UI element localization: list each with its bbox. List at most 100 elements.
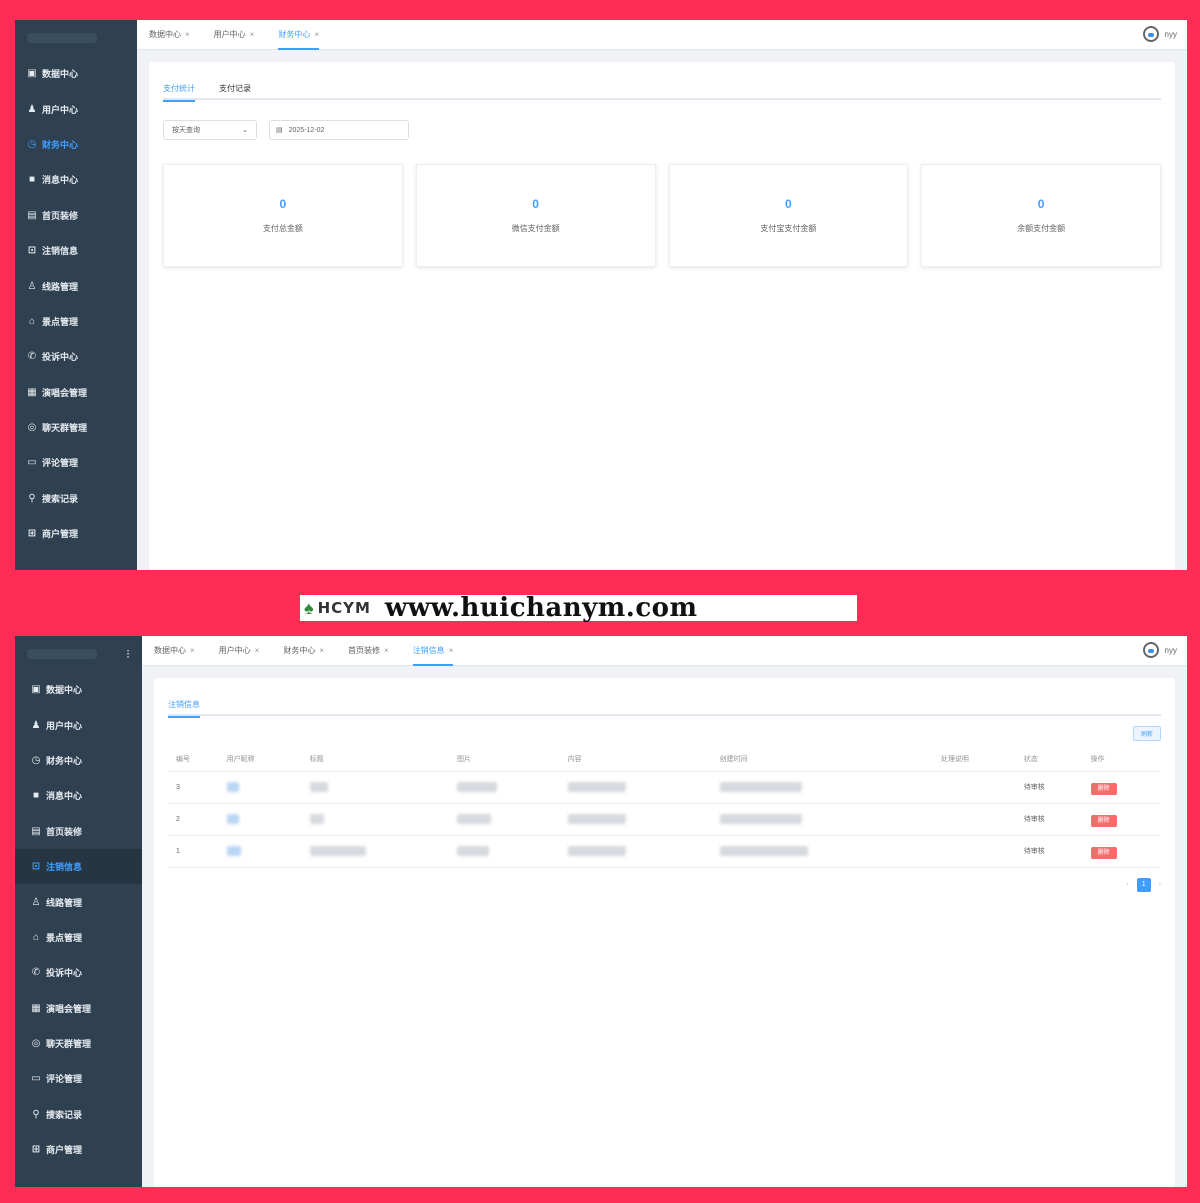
refresh-button[interactable]: 刷新: [1132, 726, 1161, 741]
sidebar-item[interactable]: ▦ 演唱会管理: [15, 375, 137, 410]
sidebar-item[interactable]: ⊞ 商户管理: [15, 516, 137, 551]
cell-redacted: [301, 771, 450, 804]
sidebar-item[interactable]: ⌂ 景点管理: [15, 920, 142, 955]
cell-redacted: [711, 771, 933, 804]
close-icon[interactable]: ×: [255, 646, 260, 655]
calendar-icon: ▣: [27, 68, 37, 80]
redacted-content: [457, 846, 490, 856]
sidebar-item[interactable]: ◎ 聊天群管理: [15, 1026, 142, 1061]
table-row[interactable]: 2 待审核 删除: [168, 803, 1161, 836]
watermark-brand: HCYM: [317, 599, 371, 617]
sidebar-item[interactable]: ♙ 线路管理: [15, 268, 137, 303]
redacted-content: [567, 782, 626, 792]
sidebar-item[interactable]: ▭ 评论管理: [15, 1061, 142, 1096]
redacted-content: [226, 814, 239, 824]
sidebar-item[interactable]: ▤ 首页装修: [15, 814, 142, 849]
sidebar-item[interactable]: ⊞ 商户管理: [15, 1132, 142, 1167]
subtab-cancellation-info[interactable]: 注销信息: [168, 692, 200, 718]
cell-redacted: [559, 771, 712, 804]
main-area: 数据中心 × 用户中心 × 财务中心 × nyy 支付统计 支付记录 按天查询 ⌄ ▤ 2…: [137, 20, 1187, 570]
phone-icon: ✆: [31, 967, 41, 979]
sidebar-item[interactable]: ▭ 评论管理: [15, 445, 137, 480]
sidebar-item-label: 聊天群管理: [46, 1039, 92, 1050]
logout-icon: ⊡: [31, 861, 41, 873]
close-icon[interactable]: ×: [314, 30, 319, 39]
filters: 按天查询 ⌄ ▤ 2025-12-02: [163, 120, 1161, 140]
tab[interactable]: 用户中心 ×: [219, 636, 260, 666]
cell-id: 2: [168, 803, 219, 836]
sidebar-item-label: 搜索记录: [46, 1109, 83, 1120]
sidebar-item[interactable]: ▣ 数据中心: [15, 56, 137, 91]
avatar[interactable]: [1142, 26, 1159, 42]
stat-value: 0: [785, 197, 792, 211]
user-box[interactable]: nyy: [1142, 642, 1177, 658]
subtab-pay-records[interactable]: 支付记录: [219, 76, 251, 100]
tabs-bar: 数据中心 × 用户中心 × 财务中心 × 首页装修 × 注销信息 × nyy: [142, 636, 1187, 666]
sidebar-item[interactable]: ♟ 用户中心: [15, 91, 137, 126]
tab[interactable]: 财务中心 ×: [278, 20, 319, 50]
sidebar-item[interactable]: ⚲ 搜索记录: [15, 481, 137, 516]
delete-button[interactable]: 删除: [1090, 814, 1117, 827]
stats-row: 0 支付总金额 0 微信支付金额 0 支付宝支付金额 0 余额支付金额: [163, 164, 1161, 267]
next-page-icon[interactable]: ›: [1159, 881, 1161, 888]
sidebar-item[interactable]: ⊡ 注销信息: [15, 233, 137, 268]
tab[interactable]: 注销信息 ×: [412, 636, 454, 666]
table-row[interactable]: 1 待审核 删除: [168, 835, 1161, 868]
sidebar-item[interactable]: ◎ 聊天群管理: [15, 410, 137, 445]
user-box[interactable]: nyy: [1142, 26, 1177, 42]
sidebar-item[interactable]: ▣ 数据中心: [15, 672, 142, 707]
cell-redacted: [449, 803, 560, 836]
sidebar: ⁝ ▣ 数据中心 ♟ 用户中心 ◷ 财务中心 ■ 消息中心 ▤ 首页装修 ⊡ 注销信息 ♙ 线路管理 ⌂ 景点…: [15, 636, 142, 1187]
tab[interactable]: 数据中心 ×: [149, 20, 190, 50]
sidebar-item[interactable]: ⊡ 注销信息: [15, 848, 142, 885]
cell-redacted: [559, 803, 712, 836]
close-icon[interactable]: ×: [319, 646, 324, 655]
sidebar-item[interactable]: ■ 消息中心: [15, 778, 142, 813]
sidebar-item[interactable]: ◷ 财务中心: [15, 127, 137, 162]
sidebar-item[interactable]: ◷ 财务中心: [15, 743, 142, 778]
close-icon[interactable]: ×: [185, 30, 190, 39]
page-number[interactable]: 1: [1136, 877, 1151, 892]
sidebar-item[interactable]: ■ 消息中心: [15, 162, 137, 197]
close-icon[interactable]: ×: [449, 646, 454, 655]
sidebar-item[interactable]: ♟ 用户中心: [15, 707, 142, 742]
sidebar-item-label: 评论管理: [46, 1074, 83, 1085]
sidebar-item[interactable]: ✆ 投诉中心: [15, 955, 142, 990]
sidebar-item[interactable]: ⚲ 搜索记录: [15, 1097, 142, 1132]
tab[interactable]: 数据中心 ×: [154, 636, 195, 666]
date-picker[interactable]: ▤ 2025-12-02: [269, 120, 409, 140]
avatar[interactable]: [1142, 642, 1159, 658]
subtab-pay-stats[interactable]: 支付统计: [163, 76, 195, 102]
sidebar-item-label: 用户中心: [42, 104, 79, 115]
close-icon[interactable]: ×: [190, 646, 195, 655]
sidebar-item-label: 景点管理: [46, 932, 83, 943]
sidebar-item-label: 投诉中心: [42, 352, 79, 363]
logo-bar: [15, 20, 137, 56]
prev-page-icon[interactable]: ‹: [1126, 881, 1128, 888]
collapse-icon[interactable]: ⁝: [126, 647, 130, 661]
delete-button[interactable]: 删除: [1090, 846, 1117, 859]
tab[interactable]: 用户中心 ×: [214, 20, 255, 50]
stat-label: 支付宝支付金额: [760, 224, 817, 233]
sidebar-item[interactable]: ✆ 投诉中心: [15, 339, 137, 374]
tab[interactable]: 首页装修 ×: [348, 636, 389, 666]
query-mode-select[interactable]: 按天查询 ⌄: [163, 120, 257, 140]
table-row[interactable]: 3 待审核 删除: [168, 771, 1161, 804]
home-icon: ⌂: [28, 315, 36, 327]
sidebar-item[interactable]: ♙ 线路管理: [15, 884, 142, 919]
sidebar-item-label: 首页装修: [42, 210, 79, 221]
sidebar-item-label: 数据中心: [42, 69, 79, 80]
column-header: 创建时间: [711, 747, 933, 772]
query-mode-value: 按天查询: [172, 127, 200, 134]
stat-value: 0: [279, 197, 287, 211]
shop-icon: ⊞: [27, 528, 37, 540]
screenshot-cancellation: ⁝ ▣ 数据中心 ♟ 用户中心 ◷ 财务中心 ■ 消息中心 ▤ 首页装修 ⊡ 注销信息 ♙ 线路管理 ⌂ 景点…: [15, 636, 1187, 1187]
close-icon[interactable]: ×: [250, 30, 255, 39]
cell-note: [932, 835, 1016, 868]
delete-button[interactable]: 删除: [1090, 782, 1117, 795]
sidebar-item[interactable]: ▦ 演唱会管理: [15, 991, 142, 1026]
close-icon[interactable]: ×: [384, 646, 389, 655]
sidebar-item[interactable]: ⌂ 景点管理: [15, 304, 137, 339]
tab[interactable]: 财务中心 ×: [283, 636, 324, 666]
sidebar-item[interactable]: ▤ 首页装修: [15, 198, 137, 233]
